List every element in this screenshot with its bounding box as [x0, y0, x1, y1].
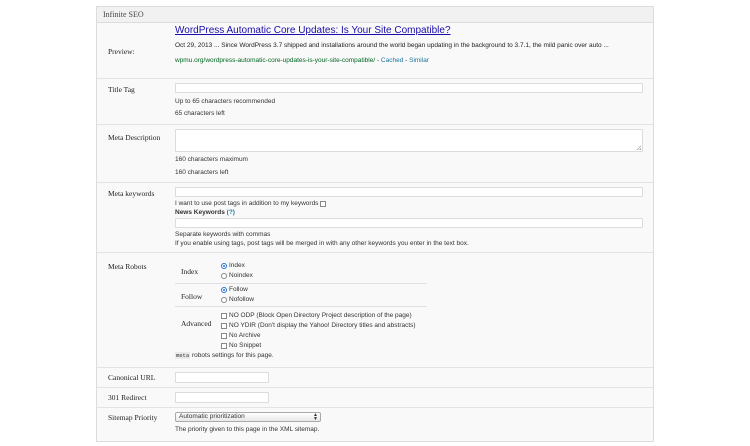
meta-description-label: Meta Description [108, 133, 161, 142]
noodp-option[interactable]: NO ODP (Block Open Directory Project des… [221, 312, 412, 319]
sitemap-hint: The priority given to this page in the X… [175, 426, 320, 433]
index-radio[interactable] [221, 262, 227, 269]
advanced-label: Advanced [181, 319, 212, 328]
meta-description-hint: 160 characters maximum [175, 156, 248, 163]
noodp-checkbox[interactable] [221, 312, 227, 319]
sitemap-label: Sitemap Priority [108, 413, 158, 422]
preview-cached-link[interactable]: Cached [381, 57, 403, 64]
canonical-label: Canonical URL [108, 373, 156, 382]
meta-robots-row: Meta Robots Index Index Noindex Follow F… [97, 253, 653, 368]
preview-snippet: Oct 29, 2013 ... Since WordPress 3.7 shi… [175, 42, 609, 49]
noindex-option[interactable]: Noindex [221, 272, 253, 279]
index-row: Index Index Noindex [175, 261, 427, 284]
post-tags-option: I want to use post tags in addition to m… [175, 200, 328, 207]
news-keywords-label: News Keywords [175, 209, 225, 216]
sitemap-priority-select[interactable]: Automatic prioritization ▲ ▼ [175, 412, 321, 422]
index-option-label: Index [229, 262, 245, 269]
meta-description-row: Meta Description 160 characters maximum … [97, 125, 653, 183]
follow-row: Follow Follow Nofollow [175, 284, 427, 307]
nofollow-radio[interactable] [221, 296, 227, 303]
noydir-label: NO YDIR (Don't display the Yahoo! Direct… [229, 322, 416, 329]
advanced-row: Advanced NO ODP (Block Open Directory Pr… [175, 307, 427, 349]
noodp-label: NO ODP (Block Open Directory Project des… [229, 312, 412, 319]
nosnippet-label: No Snippet [229, 342, 262, 349]
redirect-label: 301 Redirect [108, 393, 147, 402]
follow-label: Follow [181, 292, 203, 301]
title-tag-hint: Up to 65 characters recommended [175, 98, 276, 105]
title-tag-count: 65 characters left [175, 110, 225, 117]
index-option[interactable]: Index [221, 262, 245, 269]
noarchive-label: No Archive [229, 332, 261, 339]
panel-title: Infinite SEO [97, 7, 653, 23]
news-keywords-help-link[interactable]: (?) [227, 209, 235, 216]
meta-description-count: 160 characters left [175, 169, 229, 176]
select-arrows-icon: ▲ ▼ [313, 412, 318, 422]
preview-similar-link[interactable]: Similar [409, 57, 429, 64]
index-label: Index [181, 267, 199, 276]
noarchive-option[interactable]: No Archive [221, 332, 260, 339]
resize-handle-icon[interactable] [636, 145, 641, 150]
noindex-radio[interactable] [221, 272, 227, 279]
meta-robots-note-text: robots settings for this page. [190, 352, 274, 359]
meta-keywords-row: Meta keywords I want to use post tags in… [97, 183, 653, 253]
meta-robots-label: Meta Robots [108, 262, 147, 271]
meta-keywords-input[interactable] [175, 187, 643, 197]
meta-description-textarea[interactable] [175, 129, 643, 152]
sitemap-row: Sitemap Priority Automatic prioritizatio… [97, 408, 653, 438]
post-tags-checkbox[interactable] [320, 200, 327, 207]
canonical-url-input[interactable] [175, 372, 269, 383]
sitemap-selected-value: Automatic prioritization [179, 413, 245, 420]
nosnippet-option[interactable]: No Snippet [221, 342, 261, 349]
news-keywords-input[interactable] [175, 218, 643, 228]
follow-option[interactable]: Follow [221, 286, 248, 293]
nofollow-option[interactable]: Nofollow [221, 296, 254, 303]
preview-row: Preview: WordPress Automatic Core Update… [97, 23, 653, 79]
noydir-checkbox[interactable] [221, 322, 227, 329]
title-tag-input[interactable] [175, 83, 643, 93]
infinite-seo-panel: Infinite SEO Preview: WordPress Automati… [96, 6, 654, 442]
news-keywords-heading: News Keywords (?) [175, 209, 235, 216]
noarchive-checkbox[interactable] [221, 332, 227, 339]
preview-title-link[interactable]: WordPress Automatic Core Updates: Is You… [175, 25, 451, 36]
follow-radio[interactable] [221, 286, 227, 293]
title-tag-row: Title Tag Up to 65 characters recommende… [97, 79, 653, 125]
keywords-hint: Separate keywords with commas [175, 231, 271, 238]
meta-robots-note: meta robots settings for this page. [175, 352, 274, 359]
noindex-option-label: Noindex [229, 272, 253, 279]
nofollow-option-label: Nofollow [229, 296, 254, 303]
follow-option-label: Follow [229, 286, 248, 293]
keywords-tags-note: If you enable using tags, post tags will… [175, 240, 469, 247]
preview-url-line: wpmu.org/wordpress-automatic-core-update… [175, 57, 429, 64]
canonical-row: Canonical URL [97, 368, 653, 388]
title-tag-label: Title Tag [108, 85, 135, 94]
meta-keywords-label: Meta keywords [108, 189, 155, 198]
redirect-input[interactable] [175, 392, 269, 403]
post-tags-label: I want to use post tags in addition to m… [175, 200, 319, 207]
preview-url: wpmu.org/wordpress-automatic-core-update… [175, 57, 376, 64]
noydir-option[interactable]: NO YDIR (Don't display the Yahoo! Direct… [221, 322, 416, 329]
nosnippet-checkbox[interactable] [221, 342, 227, 349]
preview-label: Preview: [108, 47, 135, 56]
meta-code-tag: meta [175, 352, 191, 359]
redirect-row: 301 Redirect [97, 388, 653, 408]
